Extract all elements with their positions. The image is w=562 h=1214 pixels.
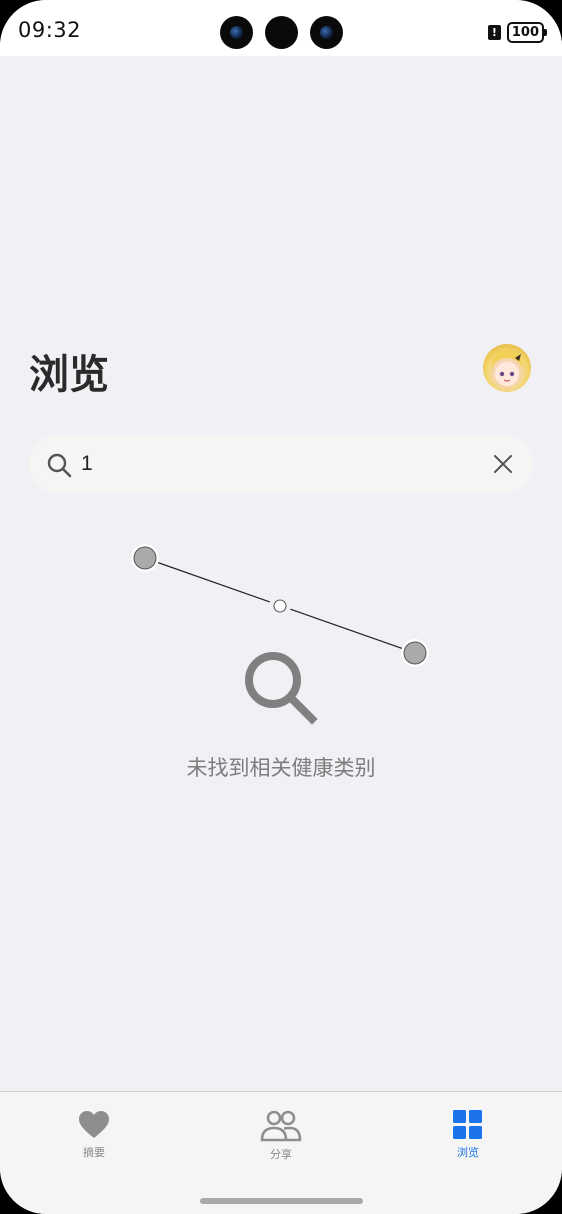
tab-summary-label: 摘要: [83, 1146, 105, 1159]
gesture-start-halo: [131, 544, 159, 572]
status-icons: ! 100: [487, 22, 548, 43]
tab-summary[interactable]: 摘要: [34, 1110, 154, 1160]
battery-icon: 100: [506, 22, 548, 43]
search-input[interactable]: [81, 435, 481, 493]
close-icon[interactable]: [492, 453, 514, 475]
page-title: 浏览: [29, 352, 109, 398]
user-avatar-icon: [491, 350, 523, 386]
empty-message: 未找到相关健康类别: [186, 756, 376, 780]
tab-share[interactable]: 分享: [221, 1110, 341, 1162]
gesture-midpoint: [273, 599, 287, 613]
gesture-line: [144, 557, 416, 654]
camera-icon: [220, 16, 253, 49]
home-indicator[interactable]: [200, 1198, 363, 1204]
gesture-end-halo: [401, 639, 429, 667]
tab-browse[interactable]: 浏览: [408, 1110, 528, 1160]
gesture-overlay: [131, 544, 429, 667]
tab-share-label: 分享: [270, 1148, 292, 1161]
alert-icon: !: [487, 25, 501, 40]
tab-bar: 摘要 分享 浏览: [0, 1091, 562, 1214]
gesture-midpoint-halo: [269, 595, 291, 617]
sensor-icon: [265, 16, 298, 49]
search-bar[interactable]: [29, 435, 533, 493]
people-icon: [260, 1110, 302, 1142]
avatar[interactable]: [483, 344, 531, 392]
camera-icon: [310, 16, 343, 49]
search-icon: [47, 453, 72, 478]
gesture-start-handle[interactable]: [133, 546, 157, 570]
status-bar: 09:32 ! 100: [0, 0, 562, 56]
empty-search-icon: [245, 652, 318, 725]
phone-screen: 09:32 ! 100 浏览 1 未找到相关健康类别 摘要 分享 浏览: [0, 0, 562, 1214]
status-time: 09:32: [18, 18, 82, 42]
gesture-end-handle[interactable]: [403, 641, 427, 665]
heart-icon: [79, 1111, 109, 1138]
grid-icon: [453, 1110, 482, 1139]
tab-browse-label: 浏览: [457, 1146, 479, 1159]
